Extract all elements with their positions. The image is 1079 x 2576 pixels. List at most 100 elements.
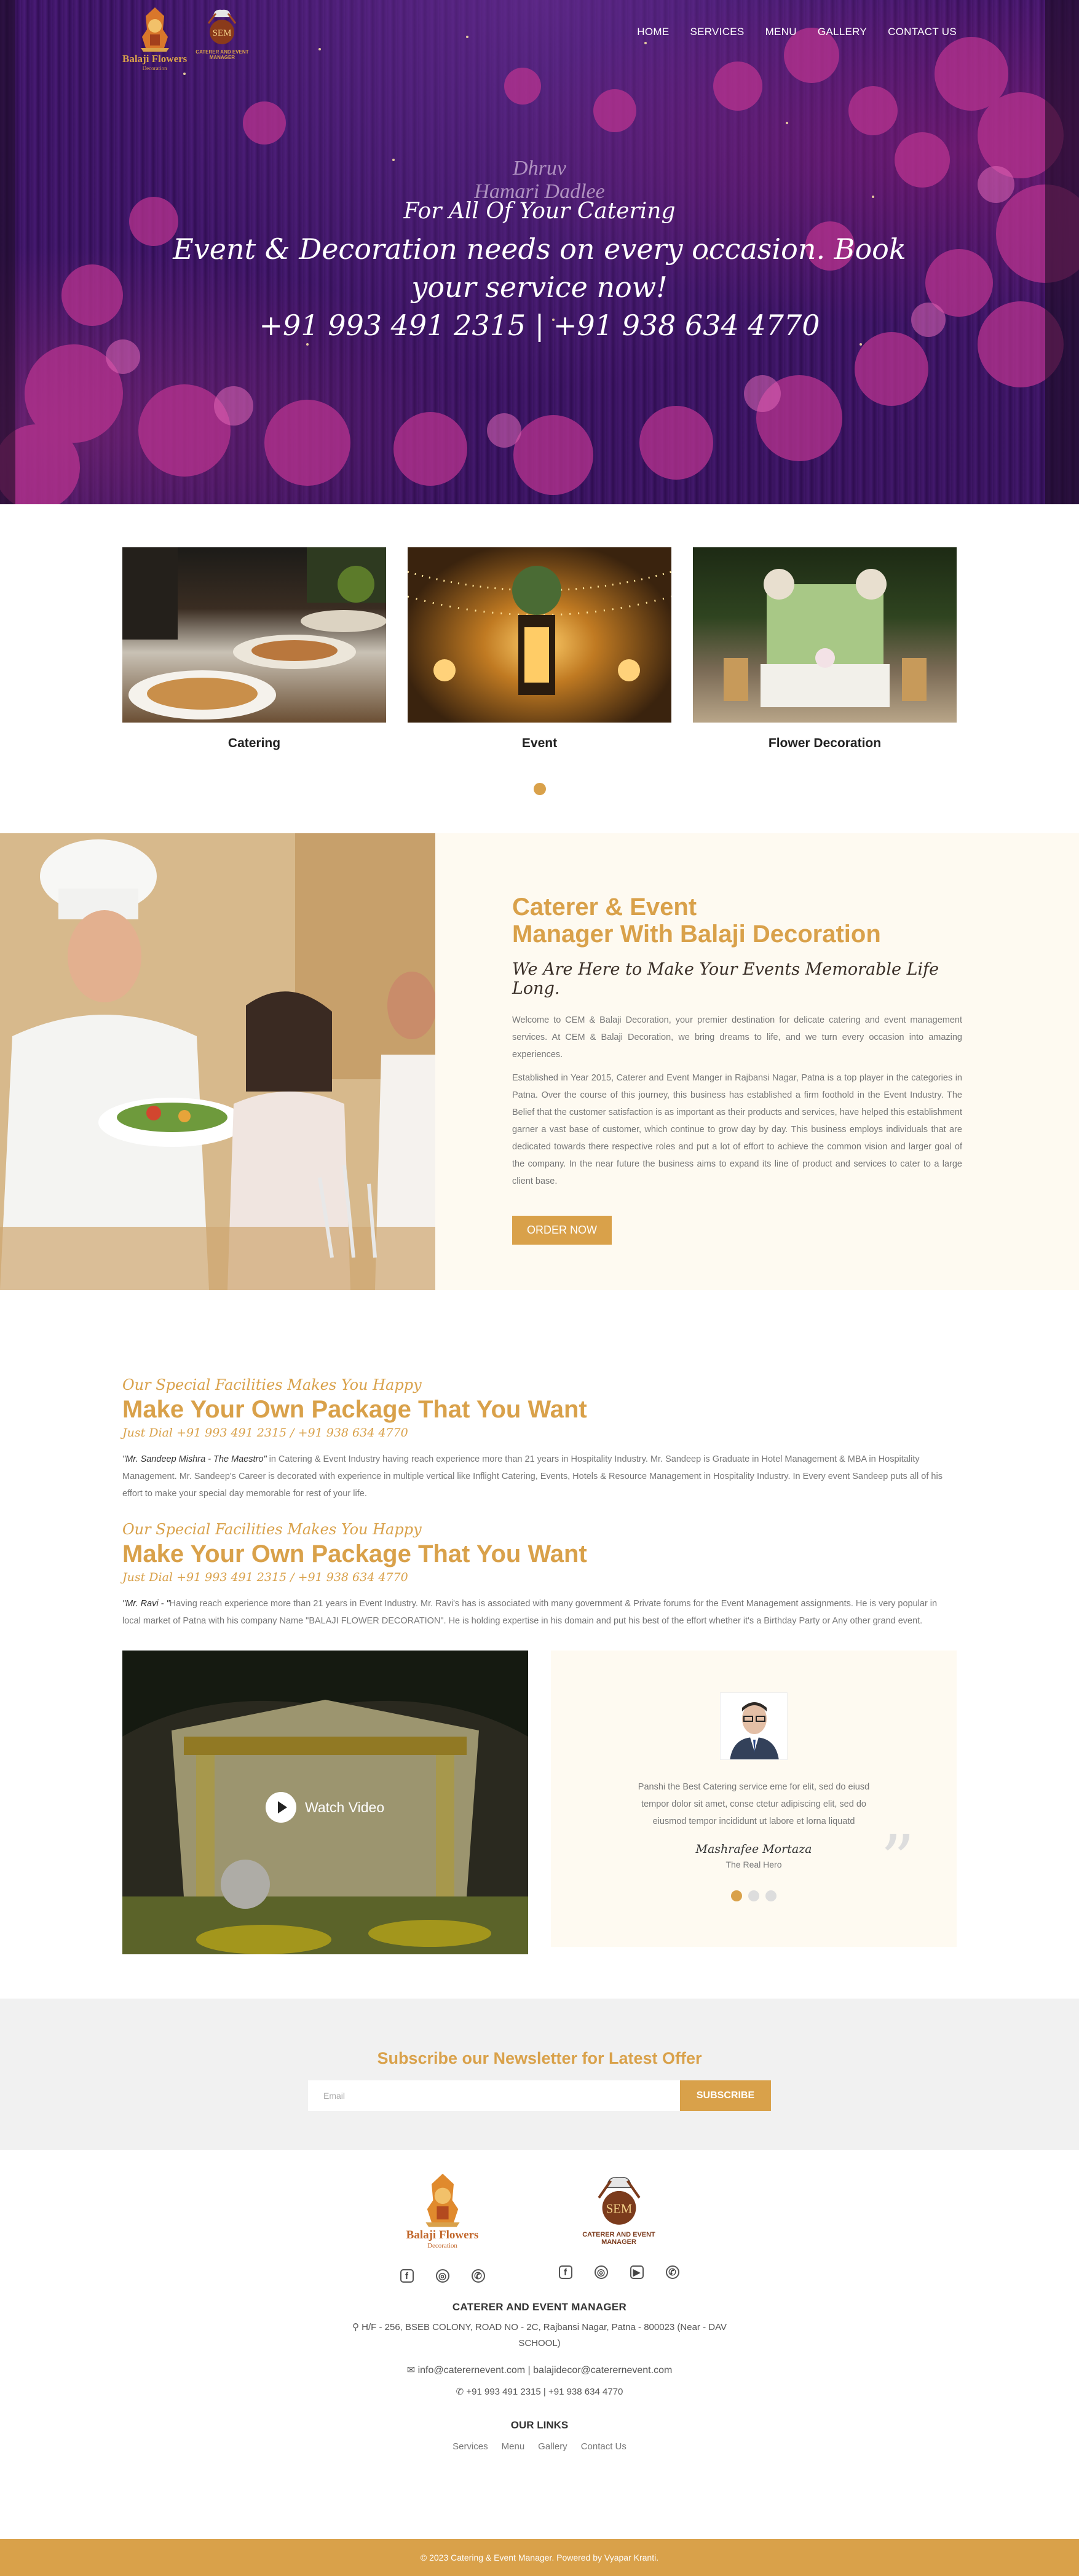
- facebook-icon[interactable]: f: [400, 2269, 414, 2283]
- flower-decoration-photo[interactable]: [693, 547, 957, 723]
- video-player[interactable]: Watch Video: [122, 1651, 528, 1954]
- nav-home[interactable]: HOME: [637, 26, 669, 38]
- package-person-name: "Mr. Sandeep Mishra - The Maestro": [122, 1454, 267, 1464]
- testimonial-dot-1[interactable]: [731, 1890, 742, 1901]
- logo2-monogram: SEM: [213, 28, 232, 38]
- footer-logo1-title: Balaji Flowers: [406, 2229, 479, 2241]
- service-label-event: Event: [521, 736, 558, 750]
- about-paragraph-2: Established in Year 2015, Caterer and Ev…: [512, 1073, 962, 1186]
- newsletter-heading: Subscribe our Newsletter for Latest Offe…: [377, 2049, 702, 2067]
- package-title: Make Your Own Package That You Want: [122, 1396, 587, 1423]
- hero-headline: Dhruv Hamari Dadlee For All Of Your Cate…: [0, 157, 1079, 344]
- logo2-line2: MANAGER: [209, 55, 235, 60]
- order-now-button[interactable]: ORDER NOW: [512, 1216, 612, 1245]
- balaji-flowers-logo[interactable]: Balaji Flowers Decoration: [122, 5, 187, 71]
- footer-caterer-logo[interactable]: SEM CATERER AND EVENT MANAGER: [559, 2171, 679, 2246]
- footer-logos: Balaji Flowers Decoration f ◎ ✆ SEM CATE…: [0, 2171, 1079, 2283]
- footer-link-gallery[interactable]: Gallery: [538, 2441, 567, 2452]
- footer-logo2-text: CATERER AND EVENT MANAGER: [582, 2231, 655, 2246]
- services-row: Catering Event Flower Decoration: [122, 547, 957, 751]
- footer-logo2-line2: MANAGER: [601, 2238, 636, 2246]
- package-person-name: "Mr. Ravi - ": [122, 1599, 170, 1609]
- footer-socials-2: f ◎ ▶ ✆: [558, 2265, 679, 2279]
- copyright-bar: © 2023 Catering & Event Manager. Powered…: [0, 2539, 1079, 2576]
- testimonial-quote: Panshi the Best Catering service eme for…: [638, 1782, 870, 1826]
- instagram-icon[interactable]: ◎: [435, 2269, 449, 2283]
- phone-icon: ✆: [456, 2387, 467, 2397]
- deity-emblem-icon: [425, 2173, 460, 2227]
- subscribe-button[interactable]: SUBSCRIBE: [680, 2080, 771, 2111]
- nav-services[interactable]: SERVICES: [690, 26, 745, 38]
- logo2-line1: CATERER AND EVENT: [196, 49, 249, 55]
- about-text: Caterer & Event Manager With Balaji Decor…: [435, 833, 1079, 1290]
- copyright-text: © 2023 Catering & Event Manager. Powered…: [420, 2553, 659, 2562]
- testimonial-card: Panshi the Best Catering service eme for…: [551, 1651, 957, 1947]
- whatsapp-icon[interactable]: ✆: [665, 2265, 679, 2279]
- services-section: Catering Event Flower Decoration: [0, 504, 1079, 820]
- caterer-event-logo[interactable]: SEM CATERER AND EVENT MANAGER: [196, 5, 249, 60]
- header-logos[interactable]: Balaji Flowers Decoration SEM CATERER AN…: [122, 5, 249, 71]
- footer-link-contact-us[interactable]: Contact Us: [581, 2441, 626, 2452]
- testimonial-dot-3[interactable]: [765, 1890, 777, 1901]
- footer-brand-2: SEM CATERER AND EVENT MANAGER f ◎ ▶ ✆: [558, 2171, 679, 2279]
- about-heading-line2: Manager With Balaji Decoration: [512, 921, 881, 948]
- video-testimonial-row: Watch Video Panshi the Best Catering ser…: [122, 1651, 957, 1954]
- about-section: Caterer & Event Manager With Balaji Decor…: [0, 833, 1079, 1290]
- footer-balaji-logo[interactable]: Balaji Flowers Decoration: [400, 2171, 485, 2249]
- package-person-bio: Having reach experience more than 21 yea…: [122, 1599, 938, 1626]
- hero-line3: your service now!: [411, 271, 668, 304]
- footer-link-services[interactable]: Services: [453, 2441, 488, 2452]
- service-card-catering[interactable]: Catering: [122, 547, 386, 751]
- footer-link-menu[interactable]: Menu: [502, 2441, 525, 2452]
- nav-contact-us[interactable]: CONTACT US: [888, 26, 957, 38]
- about-heading-line1: Caterer & Event: [512, 894, 697, 921]
- footer-logo2-monogram: SEM: [606, 2203, 631, 2216]
- logo1-title: Balaji Flowers: [122, 53, 188, 65]
- youtube-icon[interactable]: ▶: [630, 2265, 644, 2279]
- service-label-catering: Catering: [227, 736, 281, 750]
- carousel-dot-active[interactable]: [533, 783, 546, 795]
- footer: Balaji Flowers Decoration f ◎ ✆ SEM CATE…: [0, 2150, 1079, 2452]
- hero-banner: Balaji Flowers Decoration SEM CATERER AN…: [0, 0, 1079, 504]
- footer-email-text: info@caterernevent.com | balajidecor@cat…: [417, 2365, 673, 2376]
- footer-company-name: CATERER AND EVENT MANAGER: [452, 2301, 627, 2313]
- package-block-2: Our Special Facilities Makes You Happy M…: [122, 1521, 957, 1630]
- service-card-event[interactable]: Event: [408, 547, 671, 751]
- facebook-icon[interactable]: f: [558, 2265, 572, 2279]
- instagram-icon[interactable]: ◎: [594, 2265, 608, 2279]
- footer-brand-1: Balaji Flowers Decoration f ◎ ✆: [400, 2171, 485, 2283]
- email-input[interactable]: Email: [308, 2080, 680, 2111]
- nav-gallery[interactable]: GALLERY: [818, 26, 867, 38]
- play-icon[interactable]: [266, 1792, 296, 1823]
- whatsapp-icon[interactable]: ✆: [471, 2269, 485, 2283]
- service-label-flower-decoration: Flower Decoration: [768, 736, 882, 750]
- hero-phones: +91 993 491 2315 | +91 938 634 4770: [259, 309, 820, 342]
- newsletter-section: Subscribe our Newsletter for Latest Offe…: [0, 1999, 1079, 2150]
- about-paragraph-1: Welcome to CEM & Balaji Decoration, your…: [512, 1015, 962, 1060]
- footer-email[interactable]: ✉ info@caterernevent.com | balajidecor@c…: [0, 2364, 1079, 2376]
- hero-signature-line1: Dhruv: [513, 157, 566, 180]
- package-description: "Mr. Ravi - "Having reach experience mor…: [122, 1595, 957, 1630]
- package-kicker: Our Special Facilities Makes You Happy: [122, 1521, 422, 1538]
- testimonial-dot-2[interactable]: [748, 1890, 759, 1901]
- chef-hat-emblem-icon: SEM: [597, 2176, 641, 2225]
- footer-logo2-line1: CATERER AND EVENT: [582, 2231, 655, 2238]
- watch-video-label: Watch Video: [305, 1799, 385, 1815]
- about-tagline: We Are Here to Make Your Events Memorabl…: [512, 960, 939, 998]
- hero-line2: Event & Decoration needs on every occasi…: [173, 232, 906, 266]
- package-block-1: Our Special Facilities Makes You Happy M…: [122, 1376, 957, 1502]
- footer-logo1-subtitle: Decoration: [427, 2242, 457, 2249]
- location-pin-icon: ⚲: [352, 2322, 362, 2332]
- logo2-text: CATERER AND EVENT MANAGER: [196, 49, 248, 60]
- nav-menu[interactable]: MENU: [765, 26, 797, 38]
- footer-phone[interactable]: ✆ +91 993 491 2315 | +91 938 634 4770: [0, 2386, 1079, 2397]
- chef-serving-photo: [0, 833, 435, 1290]
- footer-socials-1: f ◎ ✆: [400, 2269, 485, 2283]
- package-dial: Just Dial +91 993 491 2315 / +91 938 634…: [122, 1571, 408, 1584]
- service-card-flower-decoration[interactable]: Flower Decoration: [693, 547, 957, 751]
- footer-address-text: H/F - 256, BSEB COLONY, ROAD NO - 2C, Ra…: [362, 2322, 727, 2348]
- watch-video-button[interactable]: Watch Video: [266, 1792, 384, 1823]
- main-menu: HOME SERVICES MENU GALLERY CONTACT US: [637, 26, 957, 38]
- event-lights-photo[interactable]: [408, 547, 671, 723]
- catering-buffet-photo[interactable]: [122, 547, 386, 723]
